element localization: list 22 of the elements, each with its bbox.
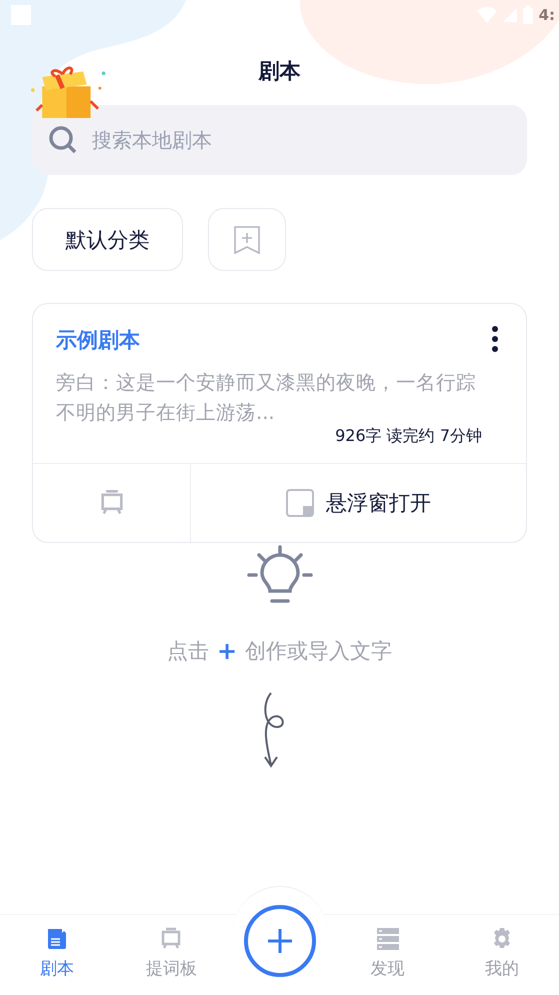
script-card[interactable]: 示例剧本 旁白：这是一个安静而又漆黑的夜晚，一名行踪不明的男子在街上游荡... 926字 读完约 7分钟 悬浮窗打开: [32, 303, 527, 543]
nav-tab[interactable]: 我的: [444, 915, 559, 995]
bookmark-add-icon: [234, 226, 260, 254]
hint-text: 创作或导入文字: [245, 638, 392, 665]
search-field[interactable]: 搜索本地剧本: [32, 105, 527, 175]
floating-window-button[interactable]: 悬浮窗打开: [191, 464, 526, 542]
script-title: 示例剧本: [56, 327, 140, 354]
nav-tab[interactable]: 剧本: [0, 915, 114, 995]
script-stats: 926字 读完约 7分钟: [335, 426, 482, 446]
status-time: 4:: [538, 6, 555, 24]
script-excerpt: 旁白：这是一个安静而又漆黑的夜晚，一名行踪不明的男子在街上游荡...: [56, 370, 477, 426]
add-category-button[interactable]: [208, 208, 286, 271]
window-icon: [286, 489, 314, 517]
nav-tab[interactable]: 提词板: [114, 915, 228, 995]
hint-text: 点击: [166, 638, 209, 665]
more-icon[interactable]: [492, 326, 498, 352]
nav-tab[interactable]: 发现: [330, 915, 445, 995]
page-title: 剧本: [257, 58, 302, 85]
list-icon: [376, 927, 400, 951]
plus-sign: +: [216, 637, 238, 665]
category-button[interactable]: 默认分类: [32, 208, 183, 271]
plus-icon: [266, 928, 292, 954]
